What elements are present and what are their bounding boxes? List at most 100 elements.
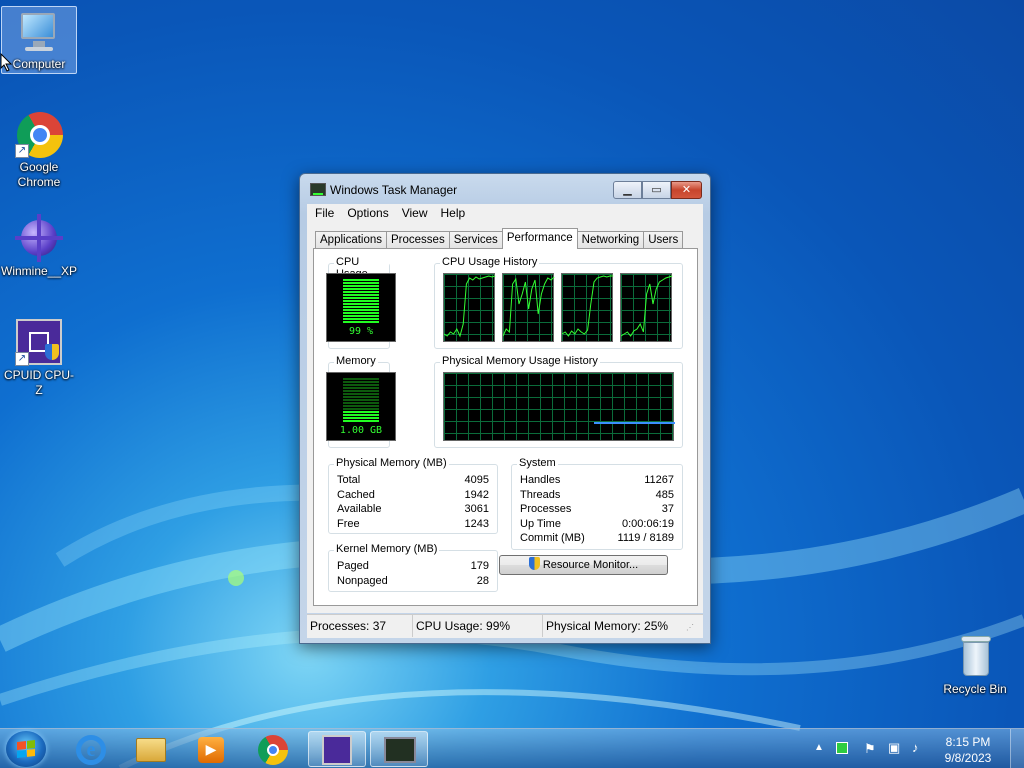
meter-bar xyxy=(343,393,379,395)
memory-label: Memory xyxy=(334,355,378,367)
task-manager-window[interactable]: Windows Task Manager ▁ ▭ ✕ File Options … xyxy=(299,173,711,644)
tab-performance[interactable]: Performance xyxy=(501,228,578,249)
tab-processes[interactable]: Processes xyxy=(386,231,450,249)
cpu-history-trace xyxy=(621,275,673,337)
taskbar-windows-explorer[interactable] xyxy=(122,731,180,767)
meter-bar xyxy=(343,309,379,311)
show-desktop-button[interactable] xyxy=(1010,729,1024,768)
cpuz-icon: ↗ xyxy=(15,318,63,366)
volume-icon[interactable]: ♪ xyxy=(912,740,919,755)
meter-bar xyxy=(343,402,379,404)
minimize-icon: ▁ xyxy=(623,183,632,196)
close-icon: ✕ xyxy=(681,183,692,196)
window-client: Applications Processes Services Performa… xyxy=(307,223,703,613)
meter-bar xyxy=(343,420,379,422)
clock[interactable]: 8:15 PM 9/8/2023 xyxy=(938,734,998,766)
taskbar-media-player[interactable]: ▶ xyxy=(182,731,240,767)
minesweeper-icon xyxy=(15,214,63,262)
meter-bar xyxy=(343,378,379,380)
cpu-history-trace xyxy=(444,275,496,338)
maximize-button[interactable]: ▭ xyxy=(642,181,671,199)
table-row: Total 4095 xyxy=(337,474,489,489)
row-value: 1942 xyxy=(464,488,489,501)
meter-bar xyxy=(343,387,379,389)
title-bar[interactable]: Windows Task Manager ▁ ▭ ✕ xyxy=(300,174,710,204)
menu-options[interactable]: Options xyxy=(341,204,395,223)
meter-bar xyxy=(343,294,379,296)
meter-bar xyxy=(343,414,379,416)
meter-bar xyxy=(343,396,379,398)
action-center-icon[interactable]: ⚑ xyxy=(864,741,876,757)
table-row: Free 1243 xyxy=(337,518,489,533)
table-row: Commit (MB) 1119 / 8189 xyxy=(520,532,674,547)
status-bar: Processes: 37 CPU Usage: 99% Physical Me… xyxy=(307,614,703,638)
row-key: Commit (MB) xyxy=(520,532,585,544)
table-row: Cached 1942 xyxy=(337,489,489,504)
resource-monitor-button[interactable]: Resource Monitor... xyxy=(499,555,668,575)
desktop-icon-cpuz[interactable]: ↗ CPUID CPU-Z xyxy=(1,314,77,398)
uac-shield-icon xyxy=(528,557,540,570)
row-key: Threads xyxy=(520,488,561,501)
meter-bar xyxy=(343,312,379,314)
tab-users[interactable]: Users xyxy=(643,231,684,249)
desktop-icon-label: CPUID CPU-Z xyxy=(3,368,74,397)
meter-bar xyxy=(343,318,379,320)
kernel-memory-label: Kernel Memory (MB) xyxy=(334,543,440,555)
tab-services[interactable]: Services xyxy=(448,231,503,249)
row-value: 1119 / 8189 xyxy=(617,532,674,544)
taskbar-chrome[interactable] xyxy=(244,731,302,767)
media-player-icon: ▶ xyxy=(198,737,224,763)
row-key: Total xyxy=(337,474,361,486)
green-tray-icon[interactable] xyxy=(836,742,848,754)
shortcut-arrow-icon: ↗ xyxy=(15,352,29,366)
desktop-icon-winmine[interactable]: Winmine__XP xyxy=(1,210,77,279)
minimize-button[interactable]: ▁ xyxy=(613,181,642,199)
meter-bar xyxy=(343,288,379,290)
table-row: Up Time 0:00:06:19 xyxy=(520,518,674,533)
cpu-usage-group: CPU Usage 99 % xyxy=(326,256,396,349)
cpu-history-label: CPU Usage History xyxy=(440,256,540,268)
row-value: 37 xyxy=(661,503,674,515)
memory-bars xyxy=(343,378,379,423)
row-key: Handles xyxy=(520,474,561,486)
meter-bar xyxy=(343,381,379,383)
row-key: Cached xyxy=(337,488,375,501)
show-hidden-icons-icon[interactable]: ▲ xyxy=(814,742,824,753)
performance-panel: CPU Usage 99 % CPU Usage History Memory xyxy=(313,248,698,606)
resize-grip-icon[interactable]: ⋰ xyxy=(683,615,703,637)
internet-explorer-icon: e xyxy=(76,735,106,765)
table-row: Available 3061 xyxy=(337,503,489,518)
row-key: Up Time xyxy=(520,517,561,530)
desktop-icon-chrome[interactable]: ↗ Google Chrome xyxy=(1,106,77,190)
network-icon[interactable]: ▣ xyxy=(888,740,900,756)
chrome-icon: ↗ xyxy=(15,110,63,158)
status-processes: Processes: 37 xyxy=(307,615,413,637)
taskbar-cpuz[interactable] xyxy=(308,731,366,767)
tab-applications[interactable]: Applications xyxy=(315,231,388,249)
row-value: 1243 xyxy=(464,517,489,530)
recycle-bin-icon xyxy=(951,632,999,680)
close-button[interactable]: ✕ xyxy=(671,181,702,199)
row-key: Nonpaged xyxy=(337,574,388,587)
taskbar: e ▶ ▲ ⚑ ▣ ♪ 8:15 PM 9/8/2023 xyxy=(0,728,1024,768)
table-row: Nonpaged 28 xyxy=(337,575,489,590)
chrome-icon xyxy=(258,735,288,765)
memory-history-group: Physical Memory Usage History xyxy=(434,355,683,448)
start-button[interactable] xyxy=(6,731,46,767)
menu-help[interactable]: Help xyxy=(435,204,473,223)
physical-memory-group: Physical Memory (MB) Total 4095 Cached 194… xyxy=(328,457,498,534)
menu-view[interactable]: View xyxy=(396,204,435,223)
taskbar-internet-explorer[interactable]: e xyxy=(62,731,120,767)
row-value: 4095 xyxy=(464,474,489,486)
kernel-memory-table: Paged 179 Nonpaged 28 xyxy=(337,560,489,589)
status-memory: Physical Memory: 25% xyxy=(546,619,669,633)
desktop-icon-recycle-bin[interactable]: Recycle Bin xyxy=(937,628,1013,697)
meter-bar xyxy=(343,306,379,308)
tab-networking[interactable]: Networking xyxy=(576,231,645,249)
menu-file[interactable]: File xyxy=(309,204,341,223)
system-label: System xyxy=(517,457,558,469)
cpu-history-graph-4 xyxy=(620,273,673,342)
taskbar-task-manager[interactable] xyxy=(370,731,428,767)
cpu-history-group: CPU Usage History xyxy=(434,256,683,349)
row-key: Processes xyxy=(520,503,572,515)
